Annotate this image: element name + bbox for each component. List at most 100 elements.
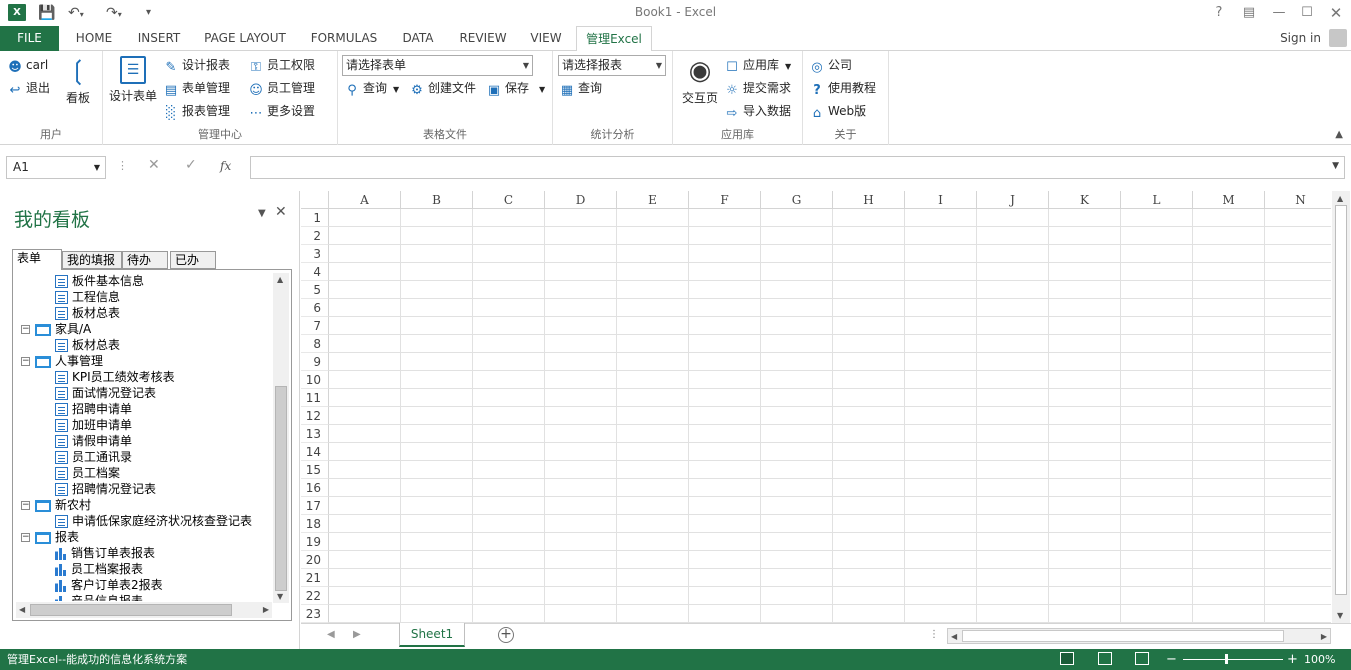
help-icon[interactable]: ? bbox=[1208, 3, 1230, 23]
tree-item[interactable]: 员工通讯录 bbox=[55, 449, 132, 465]
select-report-combo[interactable]: 请选择报表 ▼ bbox=[558, 55, 666, 76]
row-header-17[interactable]: 17 bbox=[301, 497, 329, 515]
logout-button[interactable]: ↩ 退出 bbox=[8, 79, 50, 98]
zoom-level[interactable]: 100% bbox=[1304, 649, 1335, 670]
column-header-f[interactable]: F bbox=[689, 191, 761, 209]
submit-request-button[interactable]: ☼ 提交需求 bbox=[725, 79, 791, 98]
redo-icon[interactable]: ↷▾ bbox=[106, 3, 122, 23]
sheet-tab-sheet1[interactable]: Sheet1 bbox=[399, 623, 465, 647]
page-layout-view-icon[interactable] bbox=[1098, 652, 1112, 665]
tree-item[interactable]: 申请低保家庭经济状况核查登记表 bbox=[55, 513, 252, 529]
collapse-toggle-icon[interactable]: − bbox=[21, 533, 30, 542]
maximize-icon[interactable]: ☐ bbox=[1296, 3, 1318, 23]
grid-horizontal-scrollbar[interactable]: ◀ ▶ bbox=[947, 628, 1331, 644]
grid-hscroll-thumb[interactable] bbox=[962, 630, 1284, 642]
select-all-corner[interactable] bbox=[301, 191, 329, 209]
expand-formula-icon[interactable]: ▼ bbox=[1332, 161, 1339, 171]
row-header-13[interactable]: 13 bbox=[301, 425, 329, 443]
query-button[interactable]: ⚲ 查询 ▼ bbox=[345, 79, 399, 98]
tree-folder[interactable]: 人事管理 bbox=[35, 353, 103, 369]
exchange-page-button[interactable]: ◉ 交互页 bbox=[678, 56, 722, 106]
tab-insert[interactable]: INSERT bbox=[128, 26, 190, 51]
column-header-k[interactable]: K bbox=[1049, 191, 1121, 209]
user-button[interactable]: ☻ carl bbox=[8, 56, 48, 75]
tree-scroll-thumb[interactable] bbox=[275, 386, 287, 591]
tutorial-button[interactable]: ? 使用教程 bbox=[810, 79, 876, 98]
select-table-combo[interactable]: 请选择表单 ▼ bbox=[342, 55, 533, 76]
enter-icon[interactable]: ✓ bbox=[185, 157, 197, 173]
board-button[interactable]: ❲ 看板 bbox=[60, 56, 96, 106]
more-settings-button[interactable]: ⋯ 更多设置 bbox=[249, 102, 316, 121]
report-mgmt-button[interactable]: ░ 报表管理 bbox=[164, 102, 230, 121]
sign-in-link[interactable]: Sign in bbox=[1280, 31, 1321, 45]
split-handle-icon[interactable]: ⋮ bbox=[929, 629, 939, 640]
tree-item[interactable]: 招聘申请单 bbox=[55, 401, 132, 417]
customize-icon[interactable]: ▾ bbox=[146, 3, 151, 23]
scroll-up-icon[interactable]: ▲ bbox=[1337, 194, 1343, 203]
staff-mgmt-button[interactable]: ☺ 员工管理 bbox=[249, 79, 315, 98]
zoom-slider-track[interactable] bbox=[1183, 659, 1283, 660]
row-header-19[interactable]: 19 bbox=[301, 533, 329, 551]
row-header-7[interactable]: 7 bbox=[301, 317, 329, 335]
row-header-2[interactable]: 2 bbox=[301, 227, 329, 245]
row-header-15[interactable]: 15 bbox=[301, 461, 329, 479]
panel-close-icon[interactable]: ✕ bbox=[275, 204, 287, 220]
row-header-6[interactable]: 6 bbox=[301, 299, 329, 317]
tree-item[interactable]: 板件基本信息 bbox=[55, 273, 144, 289]
scroll-right-icon[interactable]: ▶ bbox=[263, 605, 269, 614]
app-store-button[interactable]: ☐ 应用库 ▼ bbox=[725, 56, 791, 75]
scroll-up-icon[interactable]: ▲ bbox=[277, 275, 283, 284]
column-header-h[interactable]: H bbox=[833, 191, 905, 209]
tree-item[interactable]: 加班申请单 bbox=[55, 417, 132, 433]
tree-item[interactable]: 招聘情况登记表 bbox=[55, 481, 156, 497]
column-header-c[interactable]: C bbox=[473, 191, 545, 209]
tree-vertical-scrollbar[interactable]: ▲ ▼ bbox=[273, 273, 289, 603]
tree-item[interactable]: 客户订单表2报表 bbox=[55, 577, 163, 593]
design-report-button[interactable]: ✎ 设计报表 bbox=[164, 56, 230, 75]
row-header-1[interactable]: 1 bbox=[301, 209, 329, 227]
table-mgmt-button[interactable]: ▤ 表单管理 bbox=[164, 79, 230, 98]
spreadsheet-grid[interactable]: ABCDEFGHIJKLMN 1 2 3 4 5 6 7 8 9 10 11 12 13 14 15 16 17… bbox=[301, 191, 1331, 623]
save-icon[interactable]: 💾 bbox=[38, 3, 55, 23]
tab-view[interactable]: VIEW bbox=[524, 26, 568, 51]
tree-folder[interactable]: 新农村 bbox=[35, 497, 91, 513]
row-header-18[interactable]: 18 bbox=[301, 515, 329, 533]
grid-vertical-scrollbar[interactable]: ▲ ▼ bbox=[1332, 191, 1350, 623]
name-box[interactable]: A1 ▼ bbox=[6, 156, 106, 179]
tree-horizontal-scrollbar[interactable]: ◀ ▶ bbox=[16, 602, 272, 618]
tree-item[interactable]: 员工档案报表 bbox=[55, 561, 143, 577]
tree-item[interactable]: 员工档案 bbox=[55, 465, 120, 481]
tree-hscroll-thumb[interactable] bbox=[30, 604, 232, 616]
save-button[interactable]: ▣ 保存 ▼ bbox=[487, 79, 545, 98]
formula-input[interactable]: ▼ bbox=[250, 156, 1345, 179]
scroll-left-icon[interactable]: ◀ bbox=[19, 605, 25, 614]
next-sheet-icon[interactable]: ▶ bbox=[353, 629, 361, 640]
collapse-toggle-icon[interactable]: − bbox=[21, 501, 30, 510]
web-version-button[interactable]: ⌂ Web版 bbox=[810, 102, 866, 121]
prev-sheet-icon[interactable]: ◀ bbox=[327, 629, 335, 640]
tree-item[interactable]: 销售订单表报表 bbox=[55, 545, 155, 561]
company-button[interactable]: ◎ 公司 bbox=[810, 56, 852, 75]
tab-home[interactable]: HOME bbox=[66, 26, 122, 51]
scroll-down-icon[interactable]: ▼ bbox=[277, 592, 283, 601]
minimize-icon[interactable]: — bbox=[1268, 3, 1290, 23]
tree-item[interactable]: 面试情况登记表 bbox=[55, 385, 156, 401]
zoom-in-button[interactable]: + bbox=[1287, 649, 1298, 670]
grid-scroll-thumb[interactable] bbox=[1335, 205, 1347, 595]
tab-page-layout[interactable]: PAGE LAYOUT bbox=[196, 26, 294, 51]
zoom-slider-knob[interactable] bbox=[1225, 654, 1228, 664]
stats-query-button[interactable]: ▦ 查询 bbox=[560, 79, 602, 98]
close-icon[interactable]: ✕ bbox=[1325, 3, 1347, 23]
panel-menu-icon[interactable]: ▼ bbox=[258, 208, 266, 219]
scroll-right-icon[interactable]: ▶ bbox=[1321, 632, 1327, 641]
tab-formulas[interactable]: FORMULAS bbox=[304, 26, 384, 51]
create-file-button[interactable]: ⚙ 创建文件 bbox=[410, 79, 476, 98]
page-break-view-icon[interactable] bbox=[1135, 652, 1149, 665]
staff-permission-button[interactable]: ⚿ 员工权限 bbox=[249, 56, 315, 75]
add-sheet-icon[interactable]: + bbox=[498, 627, 514, 643]
row-header-5[interactable]: 5 bbox=[301, 281, 329, 299]
row-header-21[interactable]: 21 bbox=[301, 569, 329, 587]
scroll-down-icon[interactable]: ▼ bbox=[1337, 611, 1343, 620]
tab-guanli-excel[interactable]: 管理Excel bbox=[576, 26, 652, 52]
row-header-4[interactable]: 4 bbox=[301, 263, 329, 281]
